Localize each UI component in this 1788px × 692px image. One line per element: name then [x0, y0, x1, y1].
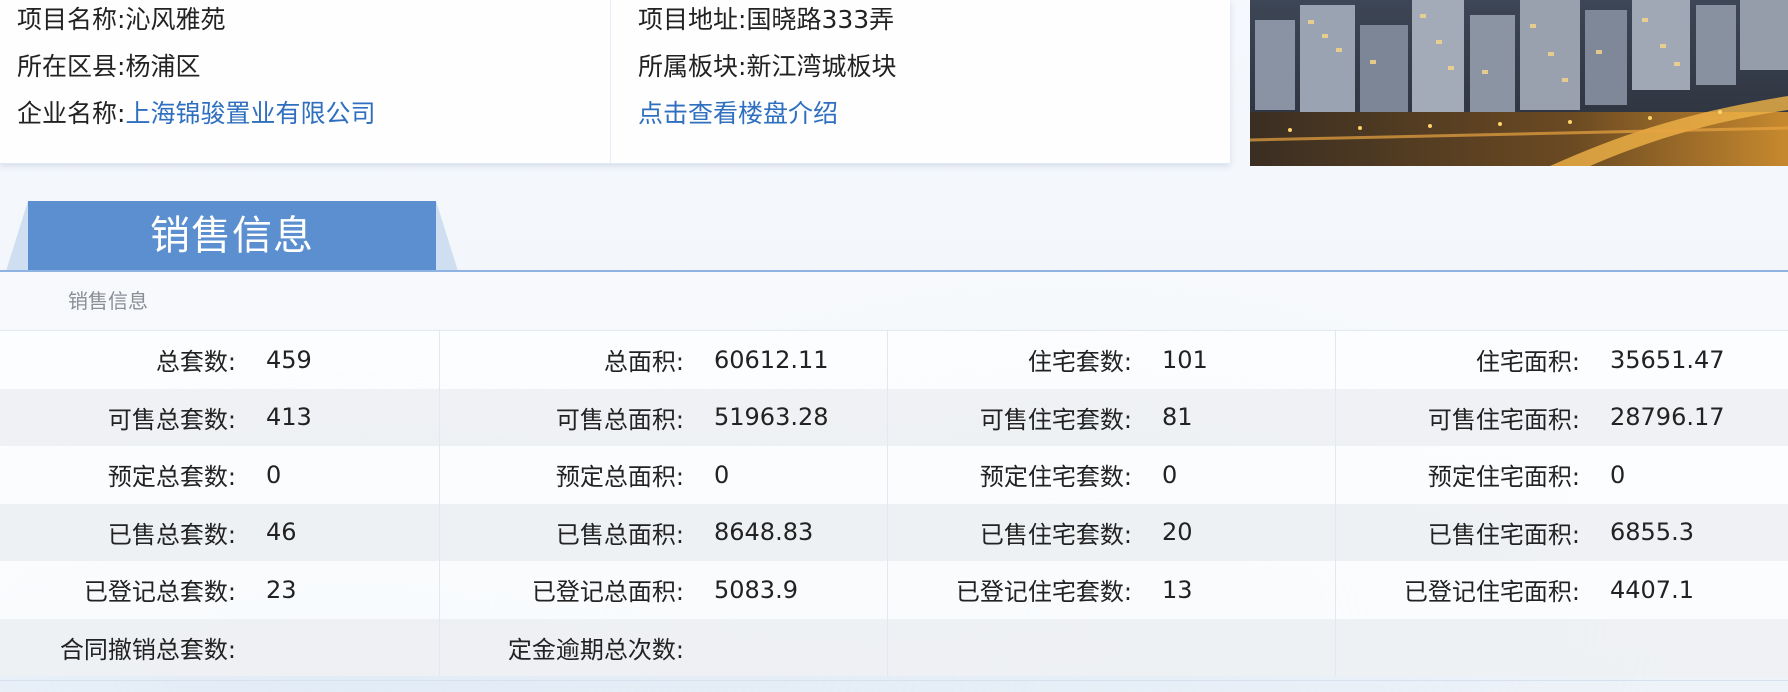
sales-field-label: 可售总套数:	[0, 388, 264, 446]
company-label: 企业名称:	[17, 99, 126, 128]
sales-field-label: 定金逾期总次数:	[439, 618, 712, 676]
sales-field-label: 已登记住宅面积:	[1335, 561, 1608, 619]
sales-field-label: 预定总套数:	[0, 446, 264, 504]
sales-field-value	[264, 618, 440, 676]
table-row: 预定总套数: 0 预定总面积: 0 预定住宅套数: 0 预定住宅面积: 0	[0, 446, 1788, 504]
sales-field-value: 60612.11	[712, 331, 888, 389]
sales-section-header: 销售信息	[0, 201, 1788, 272]
sales-info-table: 总套数: 459 总面积: 60612.11 住宅套数: 101 住宅面积: 35651.47…	[0, 331, 1788, 676]
table-row: 总套数: 459 总面积: 60612.11 住宅套数: 101 住宅面积: 35651.47	[0, 331, 1788, 389]
sales-field-label: 已售住宅套数:	[887, 503, 1160, 561]
sector-row: 所属板块:新江湾城板块	[638, 50, 896, 84]
project-name-label: 项目名称:	[17, 5, 126, 34]
sales-tab[interactable]: 销售信息	[28, 201, 436, 271]
sales-field-label	[887, 618, 1160, 676]
sales-field-value: 459	[264, 331, 440, 389]
sales-field-label: 总套数:	[0, 331, 264, 389]
sales-field-value: 101	[1160, 331, 1336, 389]
sales-field-label: 已售总套数:	[0, 503, 264, 561]
sales-field-value: 6855.3	[1608, 503, 1788, 561]
project-info-left-column: 项目名称:沁风雅苑 所在区县:杨浦区 企业名称:上海锦骏置业有限公司	[0, 0, 610, 163]
sales-field-label: 已登记总面积:	[439, 561, 712, 619]
intro-row: 点击查看楼盘介绍	[638, 97, 838, 131]
project-name-value: 沁风雅苑	[125, 5, 226, 34]
sales-field-value: 35651.47	[1608, 331, 1788, 389]
table-row: 已登记总套数: 23 已登记总面积: 5083.9 已登记住宅套数: 13 已登记住宅面积:…	[0, 561, 1788, 619]
sales-field-label: 合同撤销总套数:	[0, 618, 264, 676]
sales-field-value: 23	[264, 561, 440, 619]
sales-field-value	[1608, 618, 1788, 676]
sales-field-label: 可售住宅面积:	[1335, 388, 1608, 446]
sales-field-value: 20	[1160, 503, 1336, 561]
sector-value: 新江湾城板块	[746, 52, 897, 81]
sales-field-label: 预定住宅套数:	[887, 446, 1160, 504]
sales-field-value: 413	[264, 388, 440, 446]
project-intro-link[interactable]: 点击查看楼盘介绍	[638, 99, 838, 128]
address-row: 项目地址:国晓路333弄	[638, 3, 894, 37]
sales-field-label: 住宅套数:	[887, 331, 1160, 389]
sales-field-value: 0	[264, 446, 440, 504]
district-value: 杨浦区	[125, 52, 201, 81]
sales-field-label: 已售总面积:	[439, 503, 712, 561]
sector-label: 所属板块:	[638, 52, 747, 81]
sales-field-value: 81	[1160, 388, 1336, 446]
project-info-card: 项目名称:沁风雅苑 所在区县:杨浦区 企业名称:上海锦骏置业有限公司 项目地址:…	[0, 0, 1230, 164]
sales-field-value: 13	[1160, 561, 1336, 619]
sales-field-label: 已售住宅面积:	[1335, 503, 1608, 561]
sales-field-value: 4407.1	[1608, 561, 1788, 619]
sales-info-panel: 销售信息 总套数: 459 总面积: 60612.11 住宅套数: 101 住宅面积: 356…	[0, 272, 1788, 681]
address-label: 项目地址:	[638, 5, 747, 34]
address-value: 国晓路333弄	[746, 5, 895, 34]
sales-field-value: 0	[1608, 446, 1788, 504]
sales-field-label: 预定总面积:	[439, 446, 712, 504]
sales-field-label: 可售住宅套数:	[887, 388, 1160, 446]
district-row: 所在区县:杨浦区	[17, 50, 200, 84]
sales-field-value: 5083.9	[712, 561, 888, 619]
sales-field-value: 8648.83	[712, 503, 888, 561]
sales-field-label	[1335, 618, 1608, 676]
sales-field-value	[712, 618, 888, 676]
company-link[interactable]: 上海锦骏置业有限公司	[125, 99, 375, 128]
sales-field-value: 46	[264, 503, 440, 561]
sales-field-value: 0	[1160, 446, 1336, 504]
sales-field-label: 可售总面积:	[439, 388, 712, 446]
project-info-right-column: 项目地址:国晓路333弄 所属板块:新江湾城板块 点击查看楼盘介绍	[610, 0, 1231, 163]
company-row: 企业名称:上海锦骏置业有限公司	[17, 97, 375, 131]
project-photo	[1250, 0, 1788, 166]
table-row: 可售总套数: 413 可售总面积: 51963.28 可售住宅套数: 81 可售住宅面积: 2…	[0, 388, 1788, 446]
table-row: 合同撤销总套数: 定金逾期总次数:	[0, 618, 1788, 676]
sales-field-label: 总面积:	[439, 331, 712, 389]
table-row: 已售总套数: 46 已售总面积: 8648.83 已售住宅套数: 20 已售住宅面积: 685…	[0, 503, 1788, 561]
sales-field-label: 预定住宅面积:	[1335, 446, 1608, 504]
project-name-row: 项目名称:沁风雅苑	[17, 3, 225, 37]
sales-field-value: 51963.28	[712, 388, 888, 446]
sales-field-label: 已登记住宅套数:	[887, 561, 1160, 619]
sales-field-label: 住宅面积:	[1335, 331, 1608, 389]
sales-field-value: 0	[712, 446, 888, 504]
sales-table-caption: 销售信息	[0, 272, 1788, 331]
sales-field-label: 已登记总套数:	[0, 561, 264, 619]
sales-field-value	[1160, 618, 1336, 676]
district-label: 所在区县:	[17, 52, 126, 81]
project-photo-image	[1250, 0, 1788, 166]
sales-field-value: 28796.17	[1608, 388, 1788, 446]
